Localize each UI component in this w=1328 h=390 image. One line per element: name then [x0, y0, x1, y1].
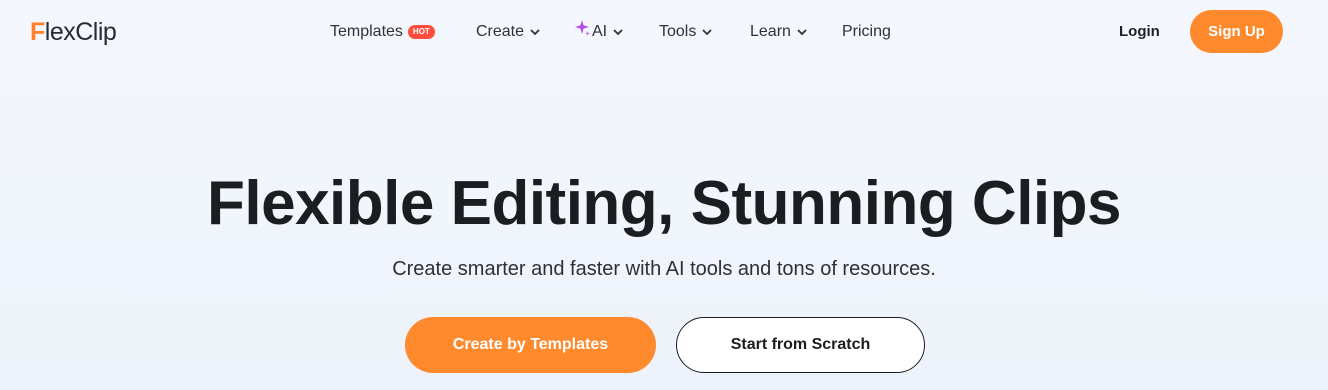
hero-title: Flexible Editing, Stunning Clips — [207, 169, 1122, 238]
flexclip-logo[interactable]: FlexClip — [30, 16, 117, 48]
logo-letter-f: F — [30, 17, 45, 46]
nav-tools[interactable]: Tools — [659, 20, 713, 44]
hot-badge: HOT — [407, 25, 435, 39]
chevron-down-icon — [797, 29, 807, 36]
chevron-down-icon — [613, 29, 623, 36]
nav-ai[interactable]: AI — [573, 20, 624, 44]
create-by-templates-button[interactable]: Create by Templates — [405, 317, 656, 373]
header: FlexClip Templates HOT Create AI Tools L… — [0, 0, 1328, 64]
login-link[interactable]: Login — [1119, 20, 1160, 44]
start-from-scratch-button[interactable]: Start from Scratch — [676, 317, 925, 373]
sparkle-icon — [575, 20, 590, 36]
nav-tools-label: Tools — [659, 23, 697, 40]
chevron-down-icon — [702, 29, 712, 36]
nav-create[interactable]: Create — [476, 20, 541, 44]
chevron-down-icon — [530, 29, 540, 36]
nav-pricing[interactable]: Pricing — [842, 20, 891, 44]
nav-learn-label: Learn — [750, 23, 791, 40]
nav-create-label: Create — [476, 23, 525, 40]
nav-templates[interactable]: Templates HOT — [330, 20, 435, 44]
nav-learn[interactable]: Learn — [750, 20, 808, 44]
nav-pricing-label: Pricing — [842, 23, 891, 40]
nav-ai-label: AI — [592, 23, 608, 40]
nav-templates-label: Templates — [330, 23, 403, 40]
page: FlexClip Templates HOT Create AI Tools L… — [0, 0, 1328, 390]
signup-button[interactable]: Sign Up — [1190, 10, 1283, 53]
hero-subtitle: Create smarter and faster with AI tools … — [392, 258, 936, 280]
logo-text: lexClip — [44, 17, 117, 46]
